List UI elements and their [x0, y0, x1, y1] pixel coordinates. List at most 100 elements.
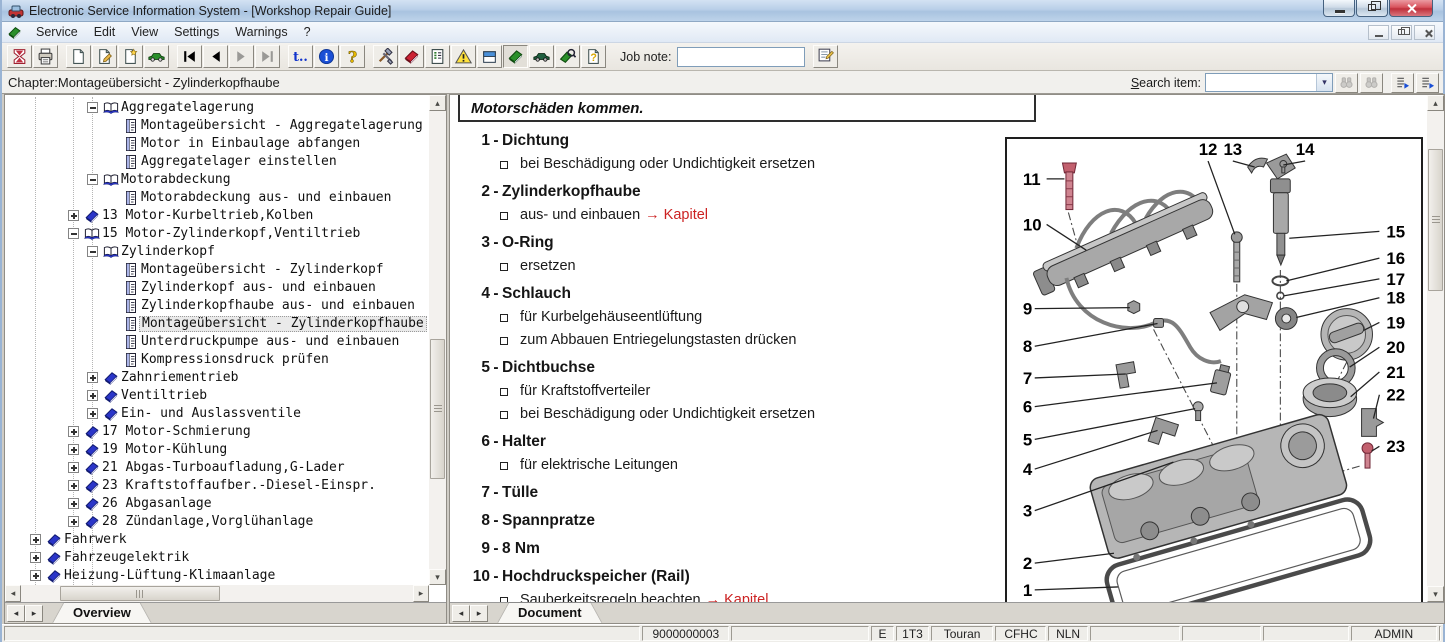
tree-item-label[interactable]: 26 Abgasanlage	[100, 496, 214, 512]
search-item-combobox[interactable]: ▾	[1205, 73, 1333, 92]
vehicle-data-button[interactable]	[529, 45, 554, 68]
tree-item-label[interactable]: 28 Zündanlage,Vorglühanlage	[100, 514, 315, 530]
document-vscroll-thumb[interactable]	[1428, 149, 1443, 291]
job-note-input[interactable]	[677, 47, 805, 67]
expand-icon[interactable]	[30, 534, 41, 545]
expand-icon[interactable]	[87, 372, 98, 383]
tree-item-label[interactable]: Zylinderkopf aus- und einbauen	[139, 280, 378, 296]
expand-icon[interactable]	[68, 480, 79, 491]
help-button[interactable]: ?	[340, 45, 365, 68]
tree-item-label[interactable]: Fahrzeugelektrik	[62, 550, 191, 566]
menu-warnings[interactable]: Warnings	[227, 23, 295, 41]
expand-icon[interactable]	[68, 462, 79, 473]
tree-item-label[interactable]: 21 Abgas-Turboaufladung,G-Lader	[100, 460, 347, 476]
restore-button[interactable]	[1356, 0, 1388, 17]
expand-icon[interactable]	[30, 570, 41, 581]
jump-previous-hit-button[interactable]	[1391, 73, 1414, 93]
document-help-button[interactable]: ?	[581, 45, 606, 68]
menu-view[interactable]: View	[123, 23, 166, 41]
tree-item-label[interactable]: 15 Motor-Zylinderkopf,Ventiltrieb	[100, 226, 362, 242]
tree-vscroll-thumb[interactable]	[430, 339, 445, 479]
information-button[interactable]: i	[314, 45, 339, 68]
scroll-down-icon[interactable]: ▾	[1427, 586, 1444, 602]
mdi-close-button[interactable]	[1414, 25, 1435, 40]
scroll-up-icon[interactable]: ▴	[429, 95, 446, 111]
chapter-link[interactable]: → Kapitel	[706, 592, 769, 602]
tree-horizontal-scrollbar[interactable]: ◂ ▸	[5, 585, 429, 602]
exit-button[interactable]	[7, 45, 32, 68]
tree-item-label[interactable]: 17 Motor-Schmierung	[100, 424, 253, 440]
tab-scroll-right-icon[interactable]: ▸	[25, 605, 43, 622]
expand-icon[interactable]	[30, 552, 41, 563]
menu-item[interactable]: ?	[296, 23, 319, 41]
collapse-icon[interactable]	[68, 228, 79, 239]
tree-item-label[interactable]: Aggregatelager einstellen	[139, 154, 339, 170]
tree-item-label[interactable]: 13 Motor-Kurbeltrieb,Kolben	[100, 208, 315, 224]
go-last-button[interactable]	[255, 45, 280, 68]
document-vertical-scrollbar[interactable]: ▴ ▾	[1427, 95, 1444, 602]
text-size-button[interactable]: t..	[288, 45, 313, 68]
tree-item-label[interactable]: Motorabdeckung aus- und einbauen	[139, 190, 393, 206]
tree-item-label[interactable]: Fahrwerk	[62, 532, 129, 548]
chevron-down-icon[interactable]: ▾	[1316, 74, 1332, 91]
expand-icon[interactable]	[68, 516, 79, 527]
tree-item-label[interactable]: Montageübersicht - Zylinderkopfhaube	[139, 316, 427, 332]
print-button[interactable]	[33, 45, 58, 68]
technical-bulletins-button[interactable]	[451, 45, 476, 68]
expand-icon[interactable]	[68, 498, 79, 509]
tree-item-label[interactable]: 23 Kraftstoffaufber.-Diesel-Einspr.	[100, 478, 378, 494]
find-button[interactable]	[1335, 73, 1358, 93]
tab-scroll-left-icon[interactable]: ◂	[452, 605, 470, 622]
maintenance-tables-button[interactable]	[425, 45, 450, 68]
tree-item-label[interactable]: Motorabdeckung	[119, 172, 233, 188]
tree-item-label[interactable]: Heizung-Lüftung-Klimaanlage	[62, 568, 277, 584]
collapse-icon[interactable]	[87, 102, 98, 113]
tree-item-label[interactable]: Motor in Einbaulage abfangen	[139, 136, 362, 152]
menu-settings[interactable]: Settings	[166, 23, 227, 41]
tree-item-label[interactable]: Montageübersicht - Aggregatelagerung	[139, 118, 425, 134]
tab-scroll-right-icon[interactable]: ▸	[470, 605, 488, 622]
tree-hscroll-thumb[interactable]	[60, 586, 220, 601]
collapse-icon[interactable]	[87, 246, 98, 257]
scroll-right-icon[interactable]: ▸	[413, 585, 429, 602]
tree-item-label[interactable]: Zahnriementrieb	[119, 370, 240, 386]
menu-edit[interactable]: Edit	[86, 23, 124, 41]
jump-next-hit-button[interactable]	[1416, 73, 1439, 93]
go-forward-button[interactable]	[229, 45, 254, 68]
tab-overview[interactable]: Overview	[53, 603, 151, 623]
tree-item-label[interactable]: Montageübersicht - Zylinderkopf	[139, 262, 386, 278]
repair-manual-button[interactable]	[399, 45, 424, 68]
tree-item-label[interactable]: Zylinderkopfhaube aus- und einbauen	[139, 298, 417, 314]
tree-item-label[interactable]: Unterdruckpumpe aus- und einbauen	[139, 334, 401, 350]
workshop-repair-guide-button[interactable]	[503, 45, 528, 68]
mdi-minimize-button[interactable]	[1368, 25, 1389, 40]
tree-item-label[interactable]: Kompressionsdruck prüfen	[139, 352, 331, 368]
tree-vertical-scrollbar[interactable]: ▴ ▾	[429, 95, 446, 585]
tree-item-label[interactable]: Ventiltrieb	[119, 388, 209, 404]
tree-item-label[interactable]: 19 Motor-Kühlung	[100, 442, 229, 458]
workshop-equipment-button[interactable]	[373, 45, 398, 68]
scroll-left-icon[interactable]: ◂	[5, 585, 21, 602]
scroll-up-icon[interactable]: ▴	[1427, 95, 1444, 111]
tree-item-label[interactable]: Aggregatelagerung	[119, 100, 256, 116]
edit-document-button[interactable]	[92, 45, 117, 68]
expand-icon[interactable]	[68, 426, 79, 437]
tab-document[interactable]: Document	[498, 603, 602, 623]
expand-icon[interactable]	[68, 444, 79, 455]
minimize-button[interactable]	[1323, 0, 1355, 17]
tab-scroll-left-icon[interactable]: ◂	[7, 605, 25, 622]
vehicle-identification-button[interactable]	[144, 45, 169, 68]
import-document-button[interactable]	[118, 45, 143, 68]
job-note-edit-button[interactable]	[813, 45, 838, 68]
scroll-down-icon[interactable]: ▾	[429, 569, 446, 585]
tree-item-label[interactable]: Zylinderkopf	[119, 244, 217, 260]
fluid-capacities-button[interactable]	[477, 45, 502, 68]
document-search-button[interactable]	[555, 45, 580, 68]
new-document-button[interactable]	[66, 45, 91, 68]
expand-icon[interactable]	[87, 390, 98, 401]
expand-icon[interactable]	[87, 408, 98, 419]
menu-service[interactable]: Service	[28, 23, 86, 41]
go-back-button[interactable]	[203, 45, 228, 68]
go-first-button[interactable]	[177, 45, 202, 68]
collapse-icon[interactable]	[87, 174, 98, 185]
